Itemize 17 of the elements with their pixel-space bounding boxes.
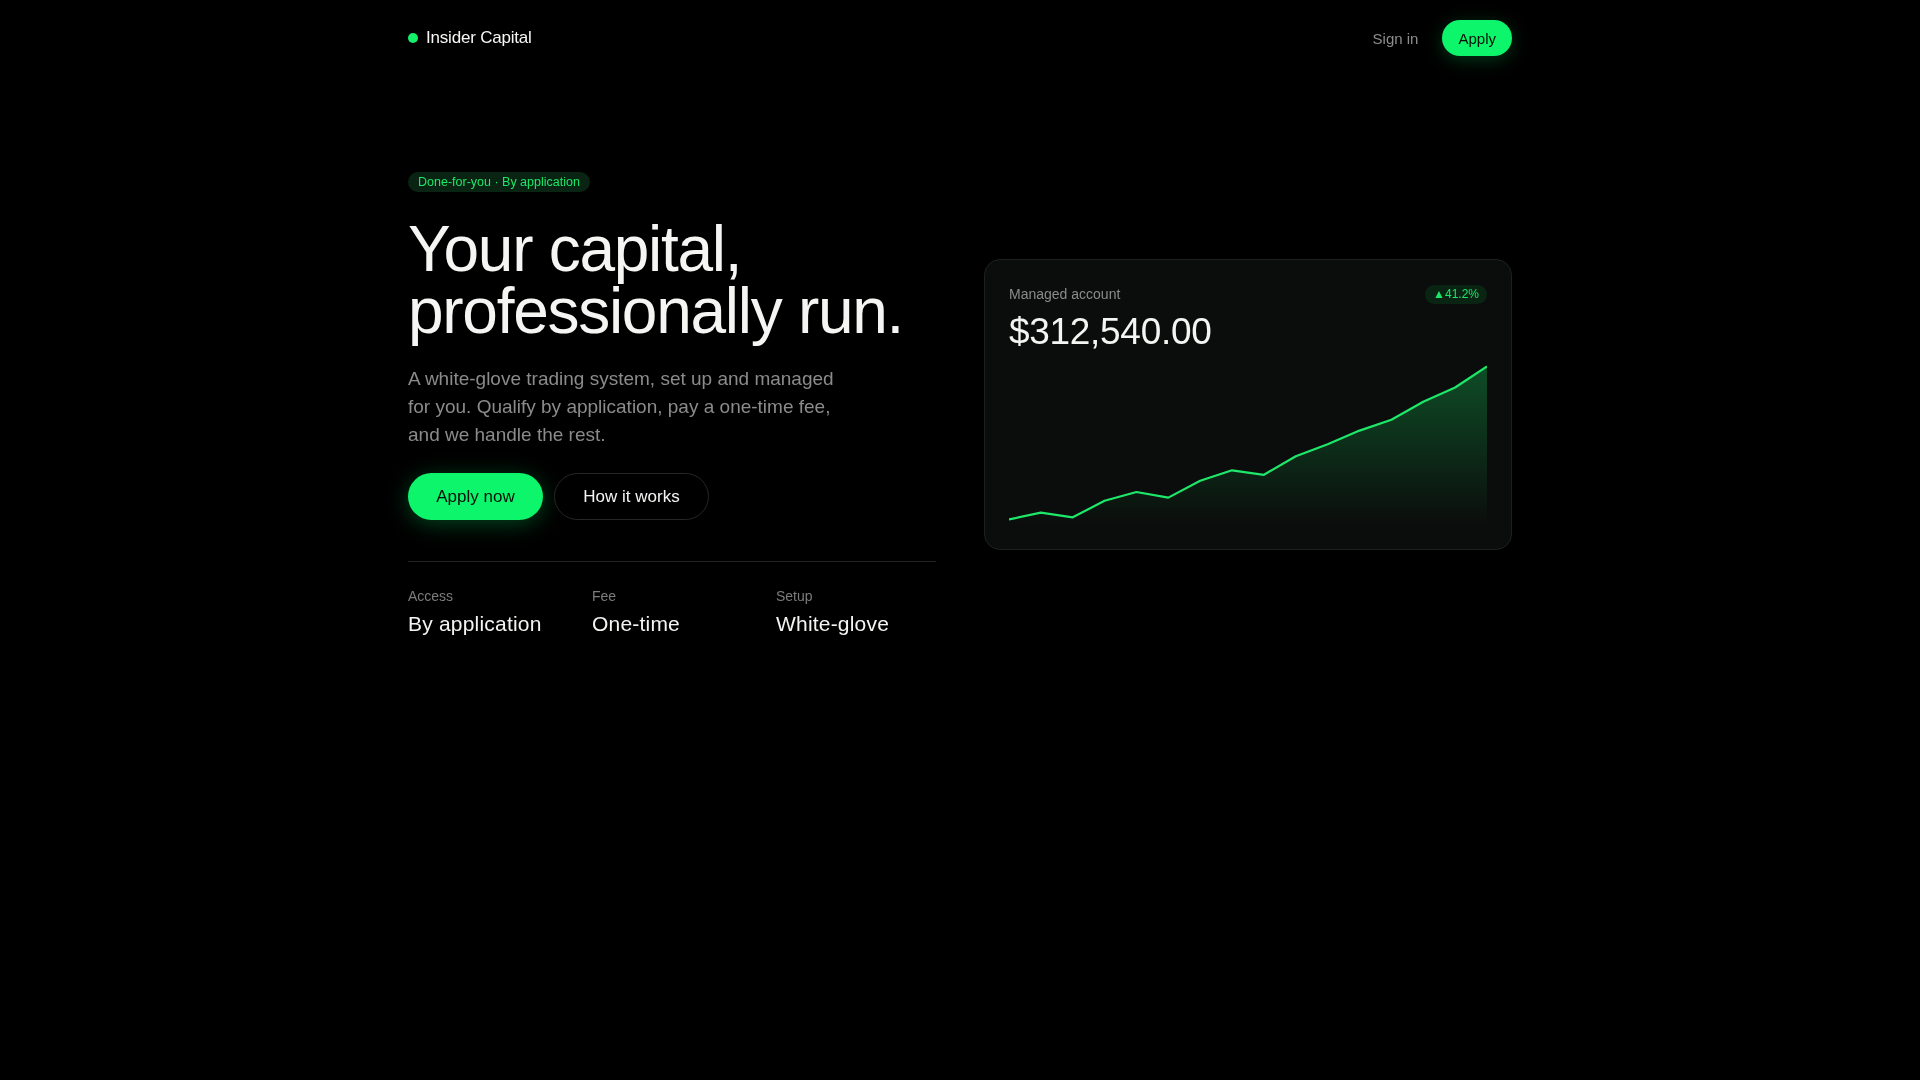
stat-label: Access <box>408 587 454 606</box>
stat-label: Setup <box>776 587 813 606</box>
apply-now-button[interactable]: Apply now <box>408 473 543 520</box>
brand-link[interactable]: Insider Capital <box>408 28 532 48</box>
stat-value: One-time <box>592 611 680 637</box>
logo-dot-icon <box>408 33 418 43</box>
sign-in-link[interactable]: Sign in <box>1372 29 1419 47</box>
stat-value: By application <box>408 611 542 637</box>
hero-description: A white-glove trading system, set up and managed for you. Qualify by application, pay a one-time fee, and we handle the rest. <box>408 367 835 447</box>
card-label: Managed account <box>1009 286 1121 302</box>
account-balance: $312,540.00 <box>1009 310 1212 354</box>
apply-button[interactable]: Apply <box>1442 20 1512 56</box>
tagline-badge: Done-for-you · By application <box>408 172 590 192</box>
change-badge: ▲41.2% <box>1425 284 1487 304</box>
how-it-works-button[interactable]: How it works <box>554 473 709 520</box>
stat-label: Fee <box>592 587 617 606</box>
stat-value: White-glove <box>776 611 890 637</box>
